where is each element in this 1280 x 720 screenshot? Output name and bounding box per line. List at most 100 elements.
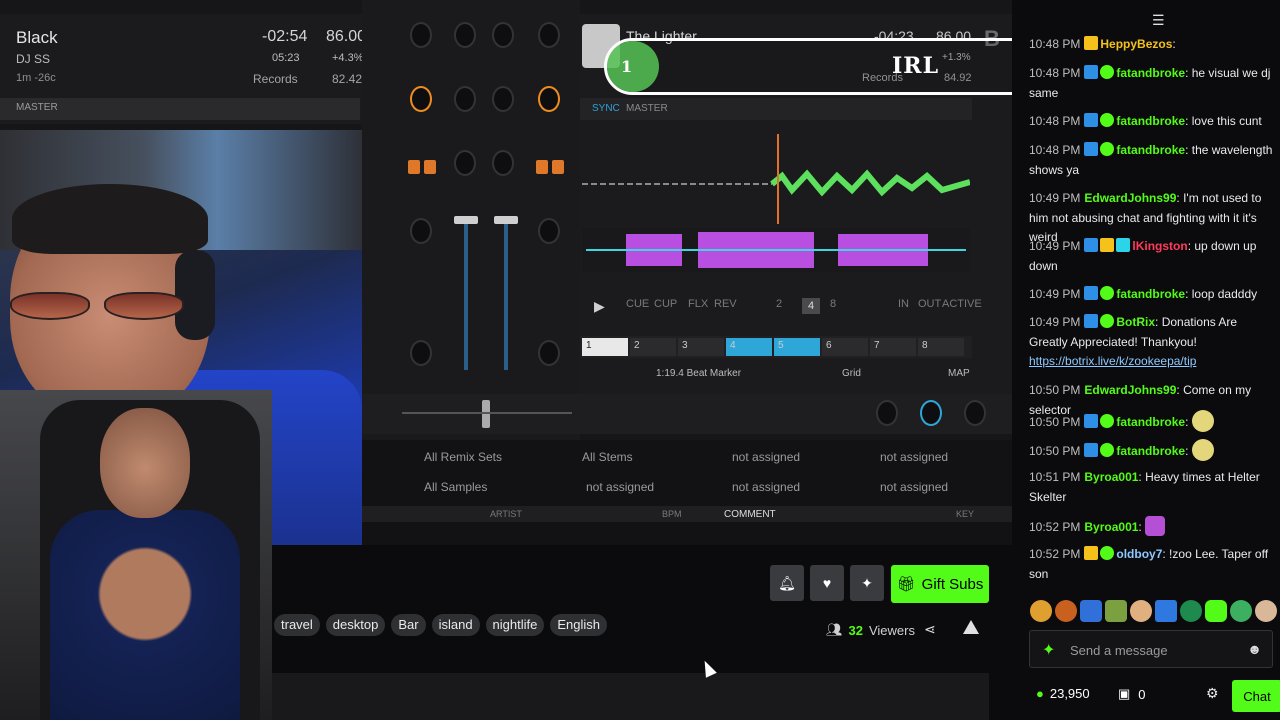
loop-2[interactable]: 2 [776,298,782,310]
deck-a-pitch: +4.3% [332,52,364,64]
notification-bell-icon[interactable]: 🔔︎ [770,565,804,601]
chat-message: 10:48 PM fatandbroke: he visual we dj sam… [1029,64,1279,103]
browser-slot-2: not assigned [880,450,949,464]
chat-message-input[interactable] [1070,639,1240,661]
cue-6[interactable]: 6 [822,338,868,356]
cue-3[interactable]: 3 [678,338,724,356]
emote-icon [1191,410,1214,432]
tag[interactable]: nightlife [485,614,545,636]
mid-knob-b [492,86,514,112]
chat-username[interactable]: fatandbroke [1116,444,1185,458]
user-badge-icon [1084,314,1099,328]
emote[interactable] [1055,600,1077,622]
emote[interactable] [1230,600,1252,622]
chat-username[interactable]: BotRix [1116,315,1155,329]
emoji-icon[interactable]: ☻ [1247,641,1262,657]
chat-timestamp: 10:50 PM [1029,415,1081,429]
emote[interactable] [1080,600,1102,622]
deck-a-total: 05:23 [272,52,300,64]
grid-label[interactable]: Grid [842,368,861,379]
emote[interactable] [1255,600,1277,622]
transport-cue[interactable]: CUE [626,298,649,310]
user-badge-icon [1100,65,1115,79]
follow-heart-icon[interactable]: ♥ [810,565,844,601]
deck-a-records: Records [253,72,298,86]
emote[interactable] [1030,600,1052,622]
chat-message: 10:50 PM fatandbroke: [1029,439,1279,462]
lo-knob-a [454,150,476,176]
emote[interactable] [1180,600,1202,622]
chat-timestamp: 10:49 PM [1029,239,1081,253]
map-label[interactable]: MAP [948,368,970,379]
loop-4[interactable]: 4 [802,298,821,314]
browser-remix-sets: All Remix Sets [424,450,503,464]
emote[interactable] [1155,600,1177,622]
tag[interactable]: travel [274,614,320,636]
user-badge-icon [1084,238,1099,252]
loop-in[interactable]: IN [898,298,909,310]
chat-username[interactable]: fatandbroke [1116,66,1185,80]
deck-a-time: -02:54 [262,28,308,45]
emote-icon [1145,516,1166,536]
cue-5[interactable]: 5 [774,338,820,356]
emote[interactable] [1105,600,1127,622]
deck-b-syncbar: SYNC MASTER [580,98,972,120]
loop-out[interactable]: OUT [918,298,941,310]
gift-count[interactable]: ▣ 0 [1118,686,1146,702]
chat-username[interactable]: Byroa001 [1084,470,1138,484]
deck-a-master-label: MASTER [16,102,58,113]
cue-1[interactable]: 1 [582,338,628,356]
chat-username[interactable]: EdwardJohns99 [1084,383,1176,397]
chat-username[interactable]: fatandbroke [1116,287,1185,301]
tag[interactable]: desktop [325,614,386,636]
chat-username[interactable]: fatandbroke [1116,143,1185,157]
chat-menu-icon[interactable]: ☰ [1152,12,1165,29]
user-badge-icon [1084,443,1099,457]
user-badge-icon [1084,414,1099,428]
emote[interactable] [1205,600,1227,622]
chat-username[interactable]: EdwardJohns99 [1084,191,1176,205]
chat-username[interactable]: oldboy7 [1116,547,1162,561]
cue-4[interactable]: 4 [726,338,772,356]
boost-sparkle-icon[interactable]: ✦ [850,565,884,601]
user-badge-icon [1084,546,1099,560]
share-icon[interactable]: ⋖ [924,621,936,638]
chat-username[interactable]: HeppyBezos [1100,37,1172,51]
gear-icon[interactable]: ⚙ [1206,685,1219,702]
tag[interactable]: English [550,614,607,636]
chat-username[interactable]: fatandbroke [1116,114,1185,128]
chat-text: : loop dadddy [1185,287,1258,301]
cue-7[interactable]: 7 [870,338,916,356]
browser-slot-3: not assigned [586,480,655,494]
chat-link[interactable]: https://botrix.live/k/zookeepa/tip [1029,354,1196,368]
tag[interactable]: Bar [391,614,426,636]
gift-subs-button[interactable]: 🎁︎ Gift Subs [891,565,989,603]
tag[interactable]: island [431,614,480,636]
chat-send-button[interactable]: Chat [1232,680,1280,712]
cue-2[interactable]: 2 [630,338,676,356]
emote[interactable] [1130,600,1152,622]
chat-username[interactable]: fatandbroke [1116,415,1185,429]
volume-fader-a [464,220,468,370]
transport-flx[interactable]: FLX [688,298,708,310]
report-warning-icon[interactable] [963,620,979,634]
chat-timestamp: 10:48 PM [1029,37,1081,51]
col-artist: ARTIST [490,509,522,519]
chat-text: : [1185,444,1189,458]
deck-a-header: Black DJ SS 1m -26c -02:54 05:23 Records… [0,14,392,124]
mid-knob-a [454,86,476,112]
sparkle-icon[interactable]: ✦ [1042,640,1055,660]
loop-active[interactable]: ACTIVE [942,298,982,310]
chat-username[interactable]: Byroa001 [1084,520,1138,534]
chat-timestamp: 10:49 PM [1029,315,1081,329]
transport-rev[interactable]: REV [714,298,737,310]
chat-input-box: ✦ ☻ [1029,630,1273,668]
transport-cup[interactable]: CUP [654,298,677,310]
key-knob-b [538,218,560,244]
loop-8[interactable]: 8 [830,298,836,310]
channel-points[interactable]: ● 23,950 [1036,686,1090,701]
play-icon[interactable]: ▶ [594,298,605,315]
deck-a-bpm2: 82.42 [332,72,363,86]
chat-username[interactable]: lKingston [1132,239,1187,253]
cue-8[interactable]: 8 [918,338,964,356]
